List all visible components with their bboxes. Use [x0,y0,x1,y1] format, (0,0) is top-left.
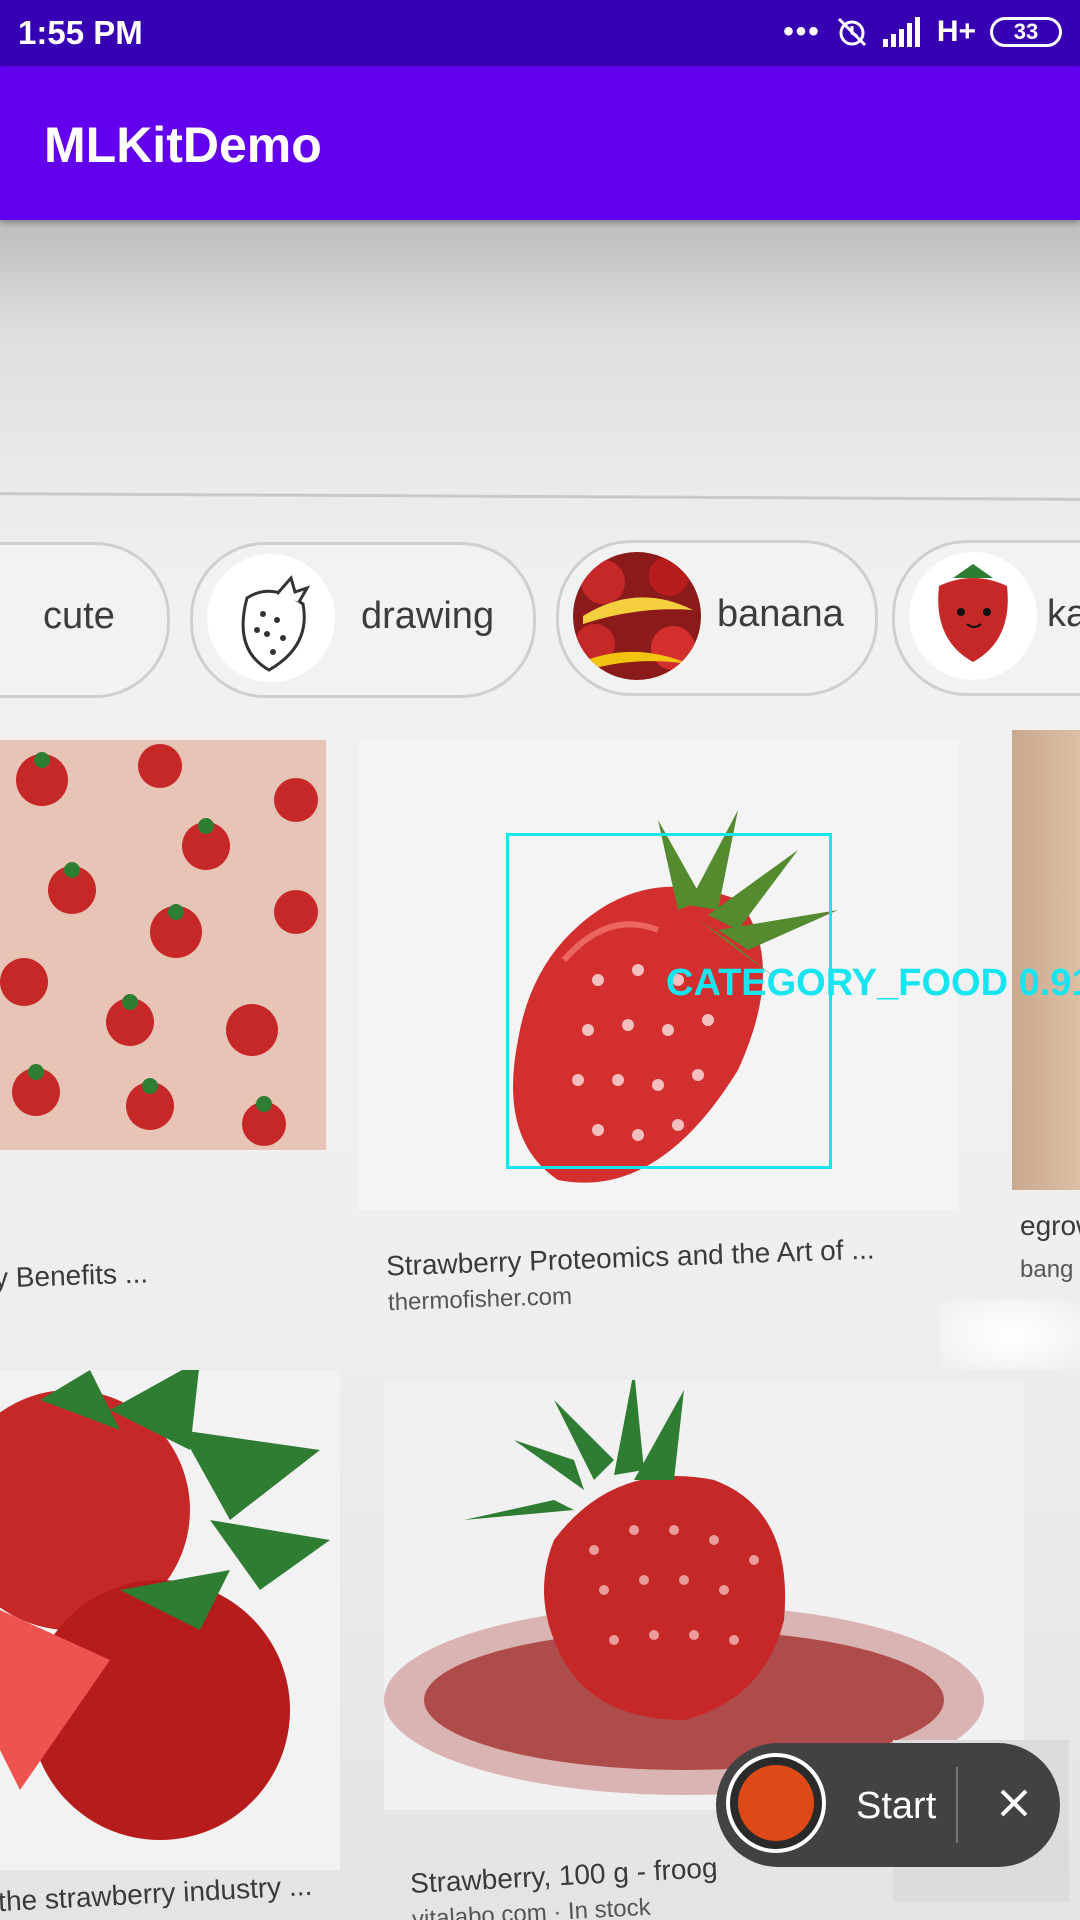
detection-confidence: 0.91 [1018,962,1080,1004]
chip-banana: banana [556,540,878,696]
recorder-separator [956,1767,958,1843]
record-icon [738,1765,814,1841]
strawberry-drawing-thumbnail [207,554,335,682]
status-icons: ••• H+ 33 [783,12,1062,52]
chip-label: ka [1047,593,1080,635]
chip-label: drawing [361,595,495,637]
more-dots-icon: ••• [783,15,821,48]
battery-indicator: 33 [990,17,1062,47]
result-caption-1: y Benefits ... [0,1257,149,1294]
result-caption-3: egrow [1020,1210,1080,1241]
screen-recorder-widget: Start [716,1743,1060,1867]
app-title: MLKitDemo [44,117,322,173]
result-source-2: thermofisher.com [387,1282,573,1317]
close-icon[interactable] [984,1773,1044,1833]
monitor-top-band [0,220,1080,500]
alarm-off-icon [837,17,866,47]
chip-kawaii: ka [892,540,1080,696]
record-button[interactable] [726,1753,826,1853]
result-image-3 [1012,730,1080,1190]
status-bar: 1:55 PM ••• H+ 33 [0,0,1080,66]
camera-preview: cute drawing banana ka y Benefits ... St… [0,220,1080,1920]
app-bar: MLKitDemo [0,66,1080,220]
result-caption-4: the strawberry industry ... [0,1869,313,1918]
kawaii-strawberry-thumbnail [909,552,1037,680]
banana-strawberry-thumbnail [573,552,701,680]
chip-label: banana [717,593,844,635]
chip-label: cute [43,595,115,637]
detection-label: CATEGORY_FOOD 0.91 [666,962,1080,1005]
detection-category: CATEGORY_FOOD [666,962,1009,1004]
status-time: 1:55 PM [18,14,143,51]
result-source-3: bang [1020,1256,1074,1283]
result-caption-2: Strawberry Proteomics and the Art of ... [385,1233,876,1282]
result-image-1 [0,740,326,1150]
result-image-4 [0,1370,340,1870]
chip-drawing: drawing [190,542,536,698]
result-caption-5: Strawberry, 100 g - froog [409,1851,719,1900]
start-button[interactable]: Start [856,1785,936,1828]
network-type: H+ [936,15,976,48]
signal-icon [882,17,920,47]
chip-cute: cute [0,542,170,698]
screen-glare [940,1300,1080,1370]
